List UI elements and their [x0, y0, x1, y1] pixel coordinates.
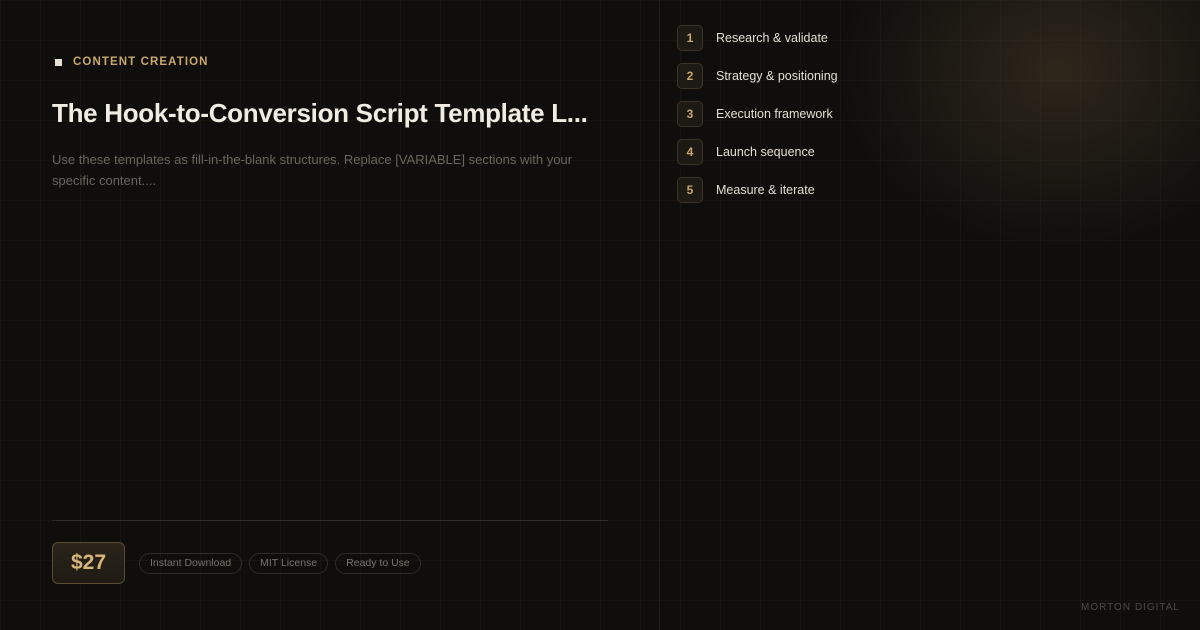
step-label: Measure & iterate — [716, 183, 815, 197]
step-label: Launch sequence — [716, 145, 815, 159]
step-item: 4 Launch sequence — [677, 138, 838, 166]
step-number: 4 — [677, 139, 703, 165]
tag-ready-to-use: Ready to Use — [335, 553, 421, 574]
step-number: 2 — [677, 63, 703, 89]
step-item: 5 Measure & iterate — [677, 176, 838, 204]
step-number: 5 — [677, 177, 703, 203]
tag-instant-download: Instant Download — [139, 553, 243, 574]
product-description: Use these templates as fill-in-the-blank… — [52, 152, 572, 188]
step-label: Strategy & positioning — [716, 69, 838, 83]
feature-tags: Instant Download MIT License Ready to Us… — [139, 553, 421, 574]
square-icon — [55, 58, 62, 66]
step-number: 1 — [677, 25, 703, 51]
brand-name: MORTON DIGITAL — [1080, 602, 1180, 613]
tag-mit-license: MIT License — [249, 553, 329, 574]
vertical-divider — [659, 0, 660, 630]
price-badge: $27 — [52, 542, 125, 584]
step-item: 3 Execution framework — [677, 100, 838, 128]
category-label: CONTENT CREATION — [73, 56, 209, 68]
step-label: Research & validate — [716, 31, 828, 45]
og-card: CONTENT CREATION The Hook-to-Conversion … — [0, 0, 1200, 630]
horizontal-divider — [52, 520, 608, 521]
step-label: Execution framework — [716, 107, 833, 121]
step-item: 2 Strategy & positioning — [677, 62, 838, 90]
step-item: 1 Research & validate — [677, 24, 838, 52]
steps-list: 1 Research & validate 2 Strategy & posit… — [677, 24, 838, 214]
category-badge: CONTENT CREATION — [55, 56, 209, 68]
step-number: 3 — [677, 101, 703, 127]
page-title: The Hook-to-Conversion Script Template L… — [52, 98, 588, 128]
